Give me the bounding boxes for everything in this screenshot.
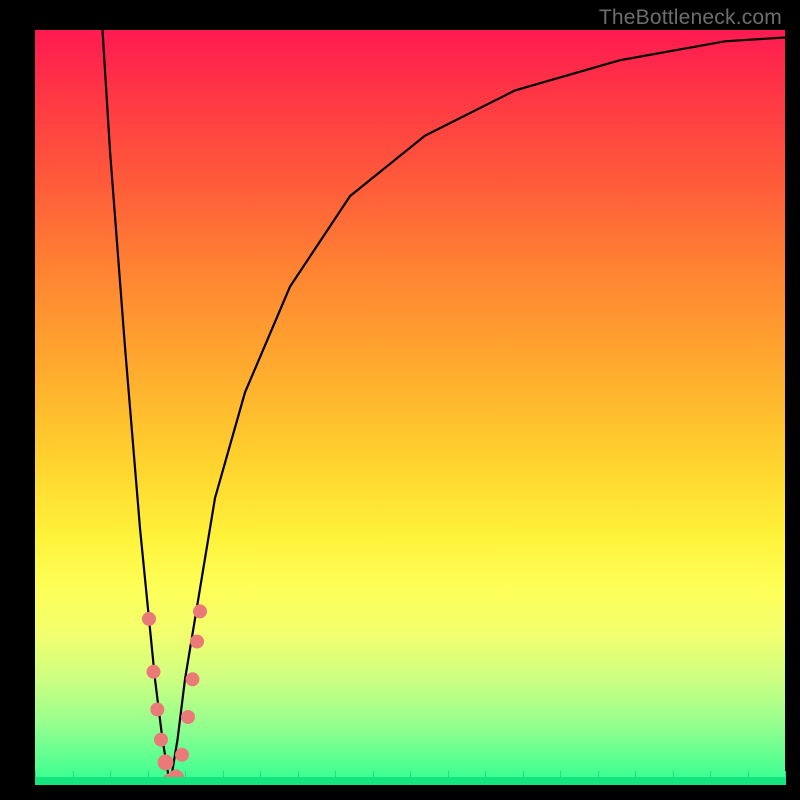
highlight-point: [186, 672, 200, 686]
highlight-point: [154, 733, 168, 747]
highlight-point: [142, 612, 156, 626]
watermark-text: TheBottleneck.com: [599, 6, 782, 30]
highlight-point: [175, 748, 189, 762]
highlight-point: [193, 604, 207, 618]
highlight-point: [190, 635, 204, 649]
chart-container: TheBottleneck.com: [0, 0, 800, 800]
bottleneck-curve: [103, 30, 786, 785]
x-tick: [710, 771, 711, 785]
x-tick: [335, 771, 336, 785]
x-tick: [35, 771, 36, 785]
x-tick: [110, 771, 111, 785]
highlight-point: [181, 710, 195, 724]
x-tick: [673, 771, 674, 785]
x-axis-band: [35, 777, 785, 785]
x-tick: [373, 771, 374, 785]
x-tick: [148, 771, 149, 785]
x-tick: [785, 771, 786, 785]
x-tick: [73, 771, 74, 785]
x-tick: [448, 771, 449, 785]
plot-area: [35, 30, 785, 785]
x-tick: [635, 771, 636, 785]
x-tick: [598, 771, 599, 785]
highlight-point: [158, 754, 174, 770]
highlight-point: [147, 665, 161, 679]
bottleneck-curve-path: [103, 30, 786, 785]
x-tick: [185, 771, 186, 785]
x-tick: [560, 771, 561, 785]
x-tick: [298, 771, 299, 785]
x-tick: [223, 771, 224, 785]
curve-svg: [35, 30, 785, 785]
x-tick: [748, 771, 749, 785]
x-tick: [410, 771, 411, 785]
x-tick: [485, 771, 486, 785]
x-tick: [523, 771, 524, 785]
highlight-point: [150, 703, 164, 717]
x-tick: [260, 771, 261, 785]
